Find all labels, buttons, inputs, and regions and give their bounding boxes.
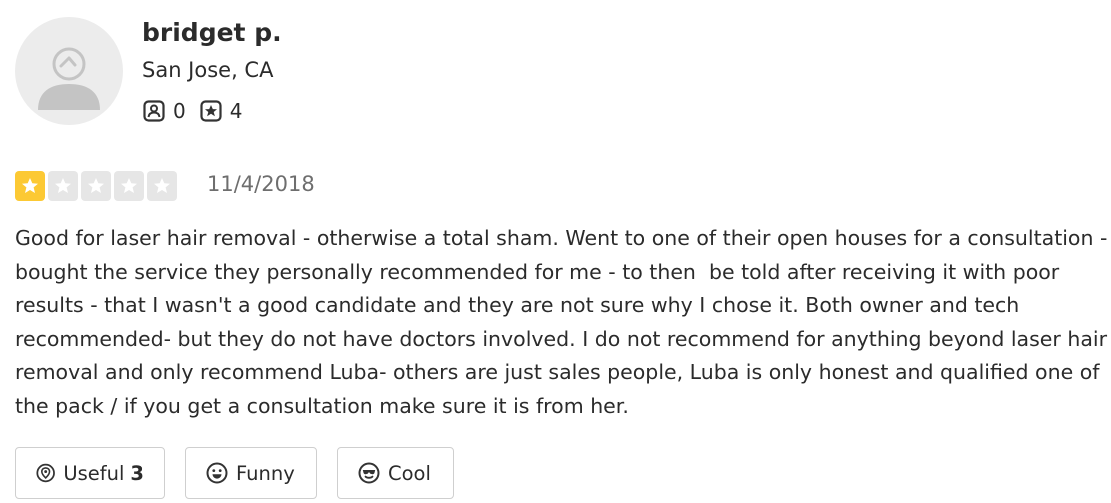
- review-card: bridget p. San Jose, CA 0 4 11/4/2018 Go…: [0, 0, 1111, 503]
- star-icon: [121, 178, 137, 193]
- sunglasses-icon: [358, 462, 380, 484]
- friends-count: 0: [173, 99, 186, 123]
- reviews-count: 4: [229, 99, 243, 123]
- useful-count: 3: [130, 461, 144, 485]
- star-icon: [154, 178, 170, 193]
- star-icon: [55, 178, 71, 193]
- cool-label: Cool: [388, 461, 431, 485]
- useful-label: Useful: [63, 461, 125, 485]
- star-rating: [15, 171, 180, 201]
- friends-icon: [143, 100, 165, 122]
- reviews-stat: 4: [200, 99, 243, 123]
- user-stats: 0 4: [143, 98, 242, 124]
- user-location: San Jose, CA: [142, 58, 274, 82]
- star-4: [114, 171, 144, 201]
- default-user-icon: [38, 47, 100, 110]
- cool-button[interactable]: Cool: [337, 447, 454, 499]
- review-star-icon: [200, 100, 222, 122]
- lightbulb-icon: [36, 463, 55, 483]
- star-2: [48, 171, 78, 201]
- star-1: [15, 171, 45, 201]
- star-3: [81, 171, 111, 201]
- user-name[interactable]: bridget p.: [142, 18, 282, 47]
- funny-label: Funny: [236, 461, 295, 485]
- review-text: Good for laser hair removal - otherwise …: [15, 226, 1108, 418]
- avatar[interactable]: [15, 17, 123, 125]
- star-icon: [22, 178, 38, 193]
- star-5: [147, 171, 177, 201]
- review-date: 11/4/2018: [207, 172, 315, 196]
- smile-icon: [206, 462, 228, 484]
- funny-button[interactable]: Funny: [185, 447, 317, 499]
- useful-button[interactable]: Useful 3: [15, 447, 165, 499]
- friends-stat: 0: [143, 99, 186, 123]
- reaction-buttons: Useful 3 Funny Cool: [15, 447, 474, 499]
- star-icon: [88, 178, 104, 193]
